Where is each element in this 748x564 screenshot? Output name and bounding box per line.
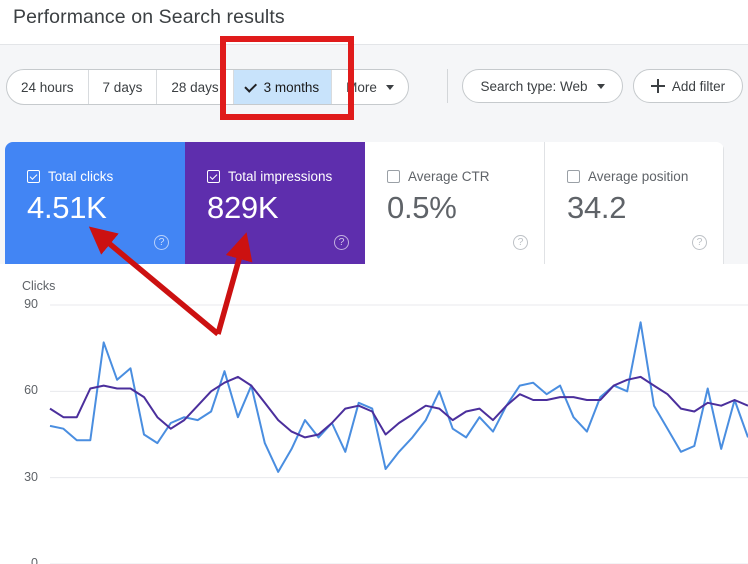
segment-24-hours-label: 24 hours	[21, 79, 74, 95]
segment-7-days[interactable]: 7 days	[89, 70, 158, 104]
metric-card-total-clicks-header: Total clicks	[27, 169, 113, 184]
performance-report-page: Performance on Search results 24 hours 7…	[0, 0, 748, 564]
help-icon[interactable]: ?	[154, 235, 169, 250]
metric-card-average-ctr-label: Average CTR	[408, 169, 490, 184]
metric-card-average-ctr[interactable]: Average CTR 0.5% ?	[365, 142, 545, 264]
filters-toolbar: 24 hours 7 days 28 days 3 months More Se…	[0, 44, 748, 121]
checkbox-unchecked-icon[interactable]	[387, 170, 400, 183]
segment-28-days-label: 28 days	[171, 79, 219, 95]
metric-card-average-position-label: Average position	[588, 169, 689, 184]
toolbar-divider	[447, 69, 448, 103]
metric-card-total-clicks-label: Total clicks	[48, 169, 114, 184]
metric-card-average-position-value: 34.2	[567, 190, 627, 225]
metric-card-total-impressions-label: Total impressions	[228, 169, 333, 184]
help-icon[interactable]: ?	[692, 235, 707, 250]
page-header: Performance on Search results	[0, 0, 748, 44]
page-title: Performance on Search results	[13, 6, 285, 28]
metric-card-average-ctr-value: 0.5%	[387, 190, 457, 225]
metric-card-total-impressions-header: Total impressions	[207, 169, 332, 184]
metric-cards: Total clicks 4.51K ? Total impressions 8…	[5, 142, 724, 264]
chart-series-line-2	[49, 375, 748, 439]
checkbox-unchecked-icon[interactable]	[567, 170, 580, 183]
metric-card-total-clicks[interactable]: Total clicks 4.51K ?	[5, 142, 185, 264]
checkbox-checked-icon[interactable]	[207, 170, 220, 183]
chevron-down-icon	[596, 83, 605, 89]
add-filter-button[interactable]: Add filter	[633, 69, 743, 103]
chart-series-line-1	[49, 321, 748, 473]
metric-card-total-impressions-value: 829K	[207, 190, 279, 225]
metric-card-total-clicks-value: 4.51K	[27, 190, 107, 225]
plus-icon	[650, 79, 665, 93]
add-filter-label: Add filter	[671, 78, 726, 94]
checkbox-checked-icon[interactable]	[27, 170, 40, 183]
chevron-down-icon	[385, 84, 394, 90]
chart-plot-area	[49, 304, 748, 564]
metric-card-total-impressions[interactable]: Total impressions 829K ?	[185, 142, 365, 264]
metric-card-average-ctr-header: Average CTR	[387, 169, 490, 184]
segment-24-hours[interactable]: 24 hours	[7, 70, 89, 104]
metric-card-average-position[interactable]: Average position 34.2 ?	[545, 142, 724, 264]
help-icon[interactable]: ?	[334, 235, 349, 250]
help-icon[interactable]: ?	[513, 235, 528, 250]
metric-card-average-position-header: Average position	[567, 169, 688, 184]
annotation-highlight-box	[220, 36, 354, 120]
search-type-button[interactable]: Search type: Web	[462, 69, 623, 103]
search-type-label: Search type: Web	[480, 78, 588, 94]
segment-7-days-label: 7 days	[102, 79, 143, 95]
